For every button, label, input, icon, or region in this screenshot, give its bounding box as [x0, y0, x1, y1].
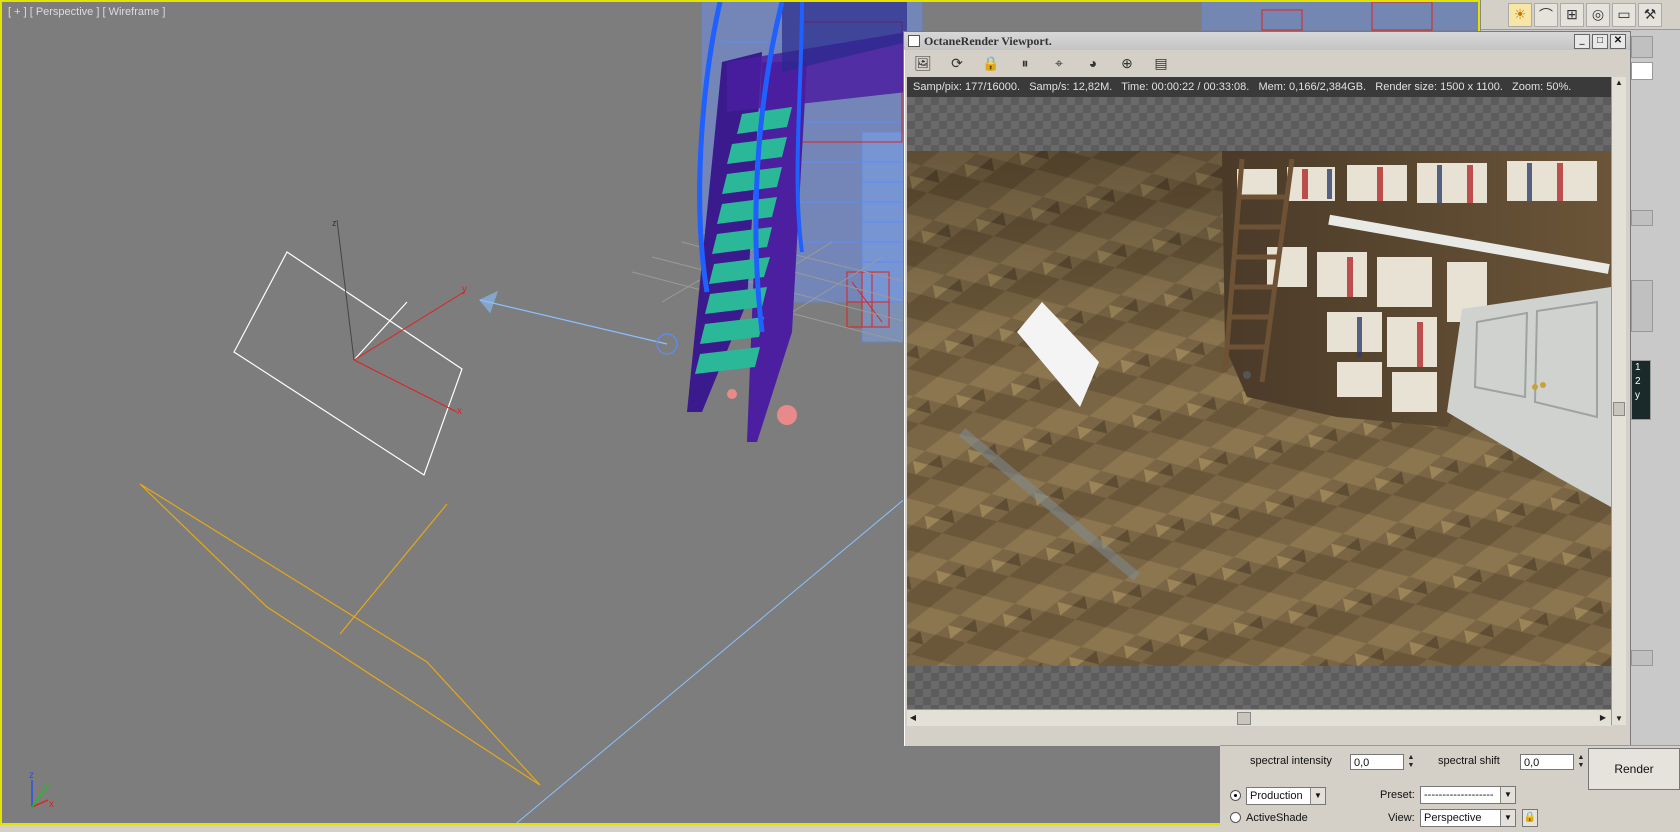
chevron-down-icon: ▼: [1500, 787, 1515, 803]
svg-text:y: y: [44, 781, 49, 792]
octane-toolbar: 🖼 ⟳ 🔒 ⏸ ⌖ ◕ ⊕ ▤: [904, 50, 1630, 76]
lock-icon[interactable]: 🔒: [980, 53, 1002, 73]
spectral-intensity-spinner[interactable]: ▲ ▼: [1406, 754, 1416, 770]
lock-icon[interactable]: 🔒: [1522, 809, 1538, 827]
octane-render-window[interactable]: OctaneRender Viewport. _ □ ✕ 🖼 ⟳ 🔒 ⏸ ⌖ ◕…: [903, 31, 1631, 747]
chevron-down-icon: ▼: [1500, 810, 1515, 826]
picture-icon[interactable]: 🖼: [912, 53, 934, 73]
minimize-button[interactable]: _: [1574, 34, 1590, 49]
preset-label: Preset:: [1380, 789, 1415, 801]
view-label: View:: [1388, 812, 1415, 824]
panel-number: 1: [1635, 362, 1641, 373]
curve-icon[interactable]: ⌒: [1534, 2, 1558, 27]
view-value: Perspective: [1424, 812, 1482, 824]
activeshade-radio[interactable]: [1230, 812, 1241, 823]
scroll-thumb[interactable]: [1237, 712, 1251, 725]
panel-number: y: [1635, 390, 1640, 401]
region-icon[interactable]: ⌖: [1048, 53, 1070, 73]
scroll-down-arrow[interactable]: ▼: [1613, 713, 1625, 725]
plane-object-wireframe: [233, 251, 463, 476]
window-icon: [908, 35, 920, 47]
motion-icon[interactable]: ◎: [1586, 2, 1610, 27]
rollout-close[interactable]: [1631, 210, 1653, 226]
panel-numbers: 1 2 y: [1631, 360, 1651, 420]
production-dropdown[interactable]: Production ▼: [1246, 787, 1326, 805]
refresh-icon[interactable]: ⟳: [946, 53, 968, 73]
hammer-icon[interactable]: ⚒: [1638, 2, 1662, 27]
floor-edge-line: [516, 496, 908, 823]
render-setup-bar: spectral intensity 0,0 ▲ ▼ spectral shift…: [1220, 745, 1680, 832]
spectral-intensity-field[interactable]: 0,0: [1350, 754, 1404, 770]
preset-dropdown[interactable]: ------------------- ▼: [1420, 786, 1516, 804]
render-button[interactable]: Render: [1588, 748, 1680, 790]
chevron-down-icon: ▼: [1310, 788, 1325, 804]
settings-screen-icon[interactable]: ▤: [1150, 53, 1172, 73]
color-wheel-icon[interactable]: ◕: [1082, 53, 1104, 73]
target-light-line: [479, 290, 678, 355]
svg-text:y: y: [462, 284, 467, 295]
svg-text:z: z: [332, 218, 337, 228]
command-panel-tabs: ☀ ⌒ ⊞ ◎ ▭ ⚒: [1481, 0, 1680, 30]
svg-text:x: x: [457, 406, 462, 417]
spectral-shift-field[interactable]: 0,0: [1520, 754, 1574, 770]
axis-tripod-icon: z x y: [29, 770, 54, 810]
scroll-thumb[interactable]: [1613, 402, 1625, 416]
octane-title-bar[interactable]: OctaneRender Viewport. _ □ ✕: [904, 32, 1630, 50]
preset-value: -------------------: [1424, 789, 1494, 801]
scroll-up-arrow[interactable]: ▲: [1613, 77, 1625, 89]
maximize-button[interactable]: □: [1592, 34, 1608, 49]
focus-target-icon[interactable]: ⊕: [1116, 53, 1138, 73]
view-dropdown[interactable]: Perspective ▼: [1420, 809, 1516, 827]
scroll-right-arrow[interactable]: ▶: [1597, 712, 1609, 724]
activeshade-label: ActiveShade: [1246, 812, 1308, 824]
render-stats: Samp/pix: 177/16000. Samp/s: 12,82M. Tim…: [907, 77, 1611, 97]
render-image[interactable]: [907, 97, 1611, 709]
panel-color-swatch[interactable]: [1631, 36, 1653, 58]
spectral-shift-spinner[interactable]: ▲ ▼: [1576, 754, 1586, 770]
transform-gizmo: z y x: [332, 218, 467, 417]
panel-block-lower: [1631, 650, 1653, 666]
horizontal-scrollbar[interactable]: ◀ ▶: [907, 709, 1611, 726]
production-radio[interactable]: [1230, 790, 1241, 801]
viewport-label[interactable]: [ + ] [ Perspective ] [ Wireframe ]: [8, 6, 165, 18]
vertical-scrollbar[interactable]: ▲ ▼: [1611, 77, 1626, 725]
close-button[interactable]: ✕: [1610, 34, 1626, 49]
spectral-shift-label: spectral shift: [1438, 755, 1500, 767]
svg-text:x: x: [49, 799, 54, 810]
area-light-wireframe: [139, 483, 541, 786]
sun-icon[interactable]: ☀: [1508, 2, 1532, 27]
render-canvas: [907, 151, 1611, 666]
panel-block: [1631, 280, 1653, 332]
window-title: OctaneRender Viewport.: [924, 33, 1052, 48]
pause-icon[interactable]: ⏸: [1014, 53, 1036, 73]
hierarchy-icon[interactable]: ⊞: [1560, 2, 1584, 27]
display-icon[interactable]: ▭: [1612, 2, 1636, 27]
production-label: Production: [1250, 790, 1303, 802]
panel-number: 2: [1635, 376, 1641, 387]
scroll-left-arrow[interactable]: ◀: [907, 712, 919, 724]
panel-dropdown[interactable]: [1631, 62, 1653, 80]
spectral-intensity-label: spectral intensity: [1250, 755, 1332, 767]
svg-text:z: z: [29, 770, 34, 781]
